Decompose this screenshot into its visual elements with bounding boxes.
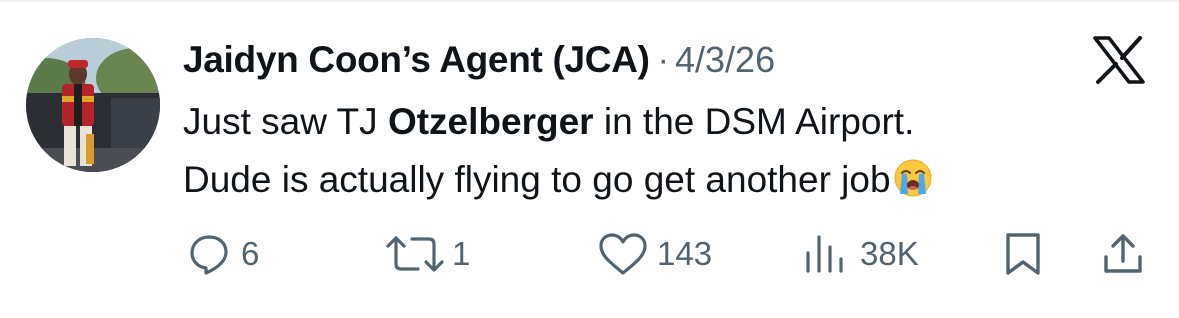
reply-icon (190, 235, 228, 275)
tweet-header: Jaidyn Coon’s Agent (JCA) · 4/3/26 (183, 32, 775, 88)
heart-icon (599, 233, 647, 275)
tweet-text: Just saw TJ Otzelberger in the DSM Airpo… (183, 93, 1143, 209)
separator-dot: · (657, 40, 669, 79)
tweet-line-2-text: Dude is actually flying to go get anothe… (183, 159, 891, 200)
tweet-line-2: Dude is actually flying to go get anothe… (183, 151, 1143, 209)
bookmark-button[interactable] (1003, 224, 1043, 284)
tweet-mention-bold: Otzelberger (387, 101, 594, 142)
repost-icon (386, 236, 444, 272)
tweet-line-1-prefix: Just saw TJ (183, 101, 388, 142)
loudly-crying-face-emoji (893, 157, 933, 197)
display-name[interactable]: Jaidyn Coon’s Agent (JCA) (183, 39, 650, 81)
action-bar: 6 1 143 38K (0, 224, 1179, 284)
avatar-photo (26, 38, 160, 172)
x-logo-icon (1093, 36, 1145, 84)
bookmark-icon (1006, 233, 1040, 275)
reply-count: 6 (241, 235, 260, 272)
views-count: 38K (860, 235, 919, 272)
like-count: 143 (657, 235, 713, 272)
repost-count: 1 (452, 235, 471, 272)
avatar[interactable] (26, 38, 160, 172)
like-button[interactable]: 143 (597, 224, 712, 284)
reply-button[interactable]: 6 (187, 224, 259, 284)
top-divider (0, 0, 1179, 2)
tweet-date[interactable]: 4/3/26 (675, 39, 775, 81)
share-icon (1104, 234, 1142, 273)
tweet-line-1: Just saw TJ Otzelberger in the DSM Airpo… (183, 93, 1143, 151)
share-button[interactable] (1101, 224, 1145, 284)
views-icon (806, 235, 843, 273)
views-button[interactable]: 38K (802, 224, 919, 284)
repost-button[interactable]: 1 (384, 224, 470, 284)
tweet-line-1-suffix: in the DSM Airport. (593, 101, 915, 142)
